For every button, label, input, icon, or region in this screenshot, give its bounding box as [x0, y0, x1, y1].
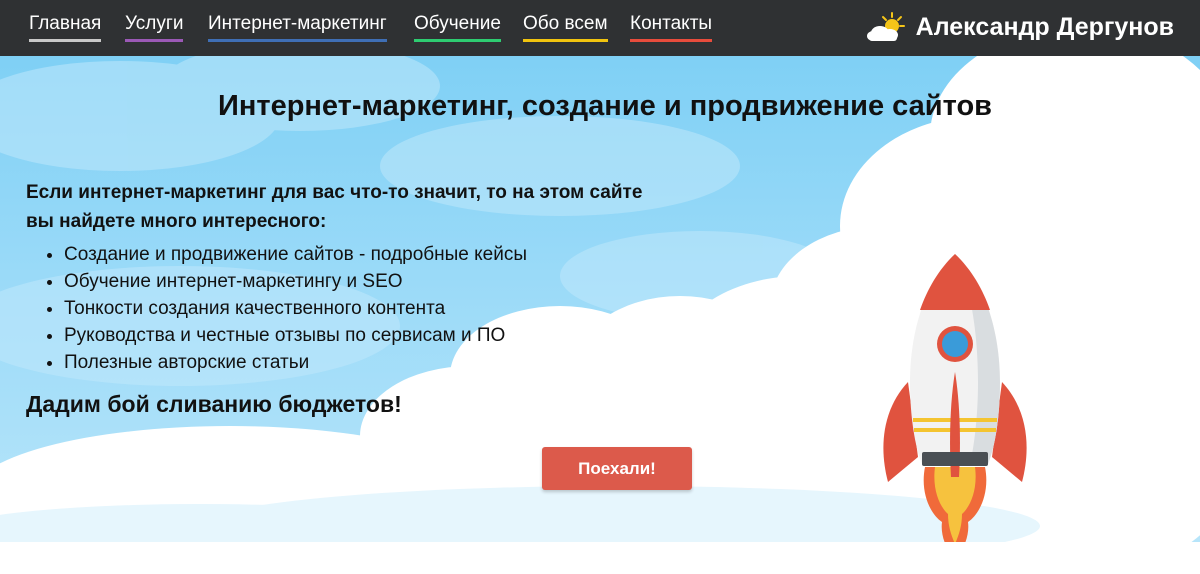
rocket-icon: [883, 254, 1027, 542]
sun-cloud-icon: [866, 12, 905, 41]
nav-link-internet-marketing[interactable]: Интернет-маркетинг: [208, 13, 387, 42]
nav-link-home[interactable]: Главная: [29, 13, 102, 42]
nav-link-contacts[interactable]: Контакты: [630, 13, 713, 42]
brand-name: Александр Дергунов: [915, 12, 1174, 41]
feature-list: Создание и продвижение сайтов - подробны…: [64, 241, 527, 376]
hero-slogan: Дадим бой сливанию бюджетов!: [26, 391, 402, 417]
hero-title: Интернет-маркетинг, создание и продвижен…: [218, 90, 992, 122]
site-brand[interactable]: Александр Дергунов: [866, 11, 1174, 43]
top-navbar: Главная Услуги Интернет-маркетинг Обучен…: [0, 0, 1200, 56]
hero-section: Интернет-маркетинг, создание и продвижен…: [0, 56, 1200, 542]
nav-link-services[interactable]: Услуги: [125, 13, 184, 42]
hero-intro-text: Если интернет-маркетинг для вас что-то з…: [26, 182, 643, 232]
list-item: Обучение интернет-маркетингу и SEO: [64, 268, 527, 295]
list-item: Тонкости создания качественного контента: [64, 295, 527, 322]
list-item: Руководства и честные отзывы по сервисам…: [64, 322, 527, 349]
list-item: Создание и продвижение сайтов - подробны…: [64, 241, 527, 268]
nav-link-about-everything[interactable]: Обо всем: [523, 13, 608, 42]
cta-button[interactable]: Поехали!: [542, 447, 692, 490]
list-item: Полезные авторские статьи: [64, 349, 527, 376]
nav-link-education[interactable]: Обучение: [414, 13, 501, 42]
